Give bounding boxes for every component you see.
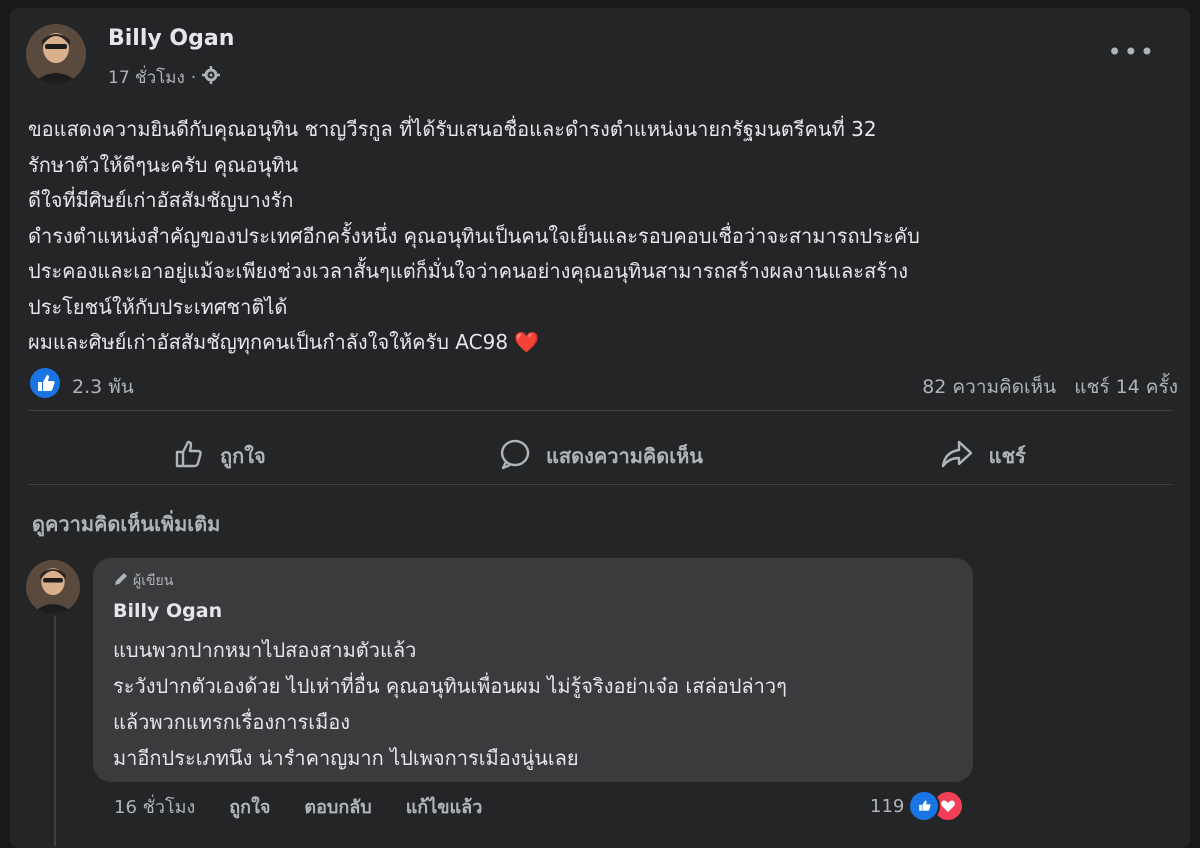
share-button[interactable]: แชร์ bbox=[791, 428, 1173, 484]
comment-text: แบนพวกปากหมาไปสองสามตัวแล้ว ระวังปากตัวเ… bbox=[113, 632, 787, 776]
pencil-icon bbox=[113, 571, 129, 591]
comment-edited-label[interactable]: แก้ไขแล้ว bbox=[406, 792, 483, 821]
thumb-up-icon bbox=[172, 437, 206, 476]
view-more-comments-link[interactable]: ดูความคิดเห็นเพิ่มเติม bbox=[32, 508, 220, 540]
author-avatar[interactable] bbox=[26, 24, 86, 84]
author-badge-label: ผู้เขียน bbox=[133, 573, 174, 589]
comment-line: ระวังปากตัวเองด้วย ไปเห่าที่อื่น คุณอนุท… bbox=[113, 674, 787, 698]
share-label: แชร์ bbox=[988, 444, 1026, 468]
post-line: ขอแสดงความยินดีกับคุณอนุทิน ชาญวีรกูล ที… bbox=[28, 117, 877, 141]
post-author-name[interactable]: Billy Ogan bbox=[108, 26, 234, 51]
like-button[interactable]: ถูกใจ bbox=[28, 428, 410, 484]
post-stats: 2.3 พัน 82 ความคิดเห็น แชร์ 14 ครั้ง bbox=[28, 366, 1178, 402]
comment-button[interactable]: แสดงความคิดเห็น bbox=[410, 428, 792, 484]
like-label: ถูกใจ bbox=[219, 444, 266, 468]
comment-icon bbox=[498, 437, 532, 476]
divider bbox=[28, 484, 1173, 485]
post-card: Billy Ogan 17 ชั่วโมง · ••• ขอแสดงความยิ… bbox=[10, 8, 1190, 848]
post-line: รักษาตัวให้ดีๆนะครับ คุณอนุทิน bbox=[28, 152, 299, 177]
post-text: ขอแสดงความยินดีกับคุณอนุทิน ชาญวีรกูล ที… bbox=[28, 112, 1168, 361]
post-line: ประคองและเอาอยู่แม้จะเพียงช่วงเวลาสั้นๆแ… bbox=[28, 259, 908, 283]
more-icon[interactable]: ••• bbox=[1108, 38, 1156, 66]
like-reaction-icon bbox=[908, 790, 941, 822]
post-time[interactable]: 17 ชั่วโมง bbox=[108, 64, 185, 91]
comment-line: แล้วพวกแทรกเรื่องการเมือง bbox=[113, 710, 351, 734]
like-reaction-icon[interactable] bbox=[30, 368, 60, 398]
comment-author-avatar[interactable] bbox=[26, 560, 80, 614]
post-line: ประโยชน์ให้กับประเทศชาติได้ bbox=[28, 294, 288, 319]
comment-reply-button[interactable]: ตอบกลับ bbox=[304, 792, 371, 821]
reaction-count[interactable]: 2.3 พัน bbox=[72, 372, 134, 402]
thread-line bbox=[54, 616, 56, 846]
heart-emoji: ❤️ bbox=[514, 330, 540, 354]
post-line: ผมและศิษย์เก่าอัสสัมชัญทุกคนเป็นกำลังใจใ… bbox=[28, 330, 509, 354]
comment-label: แสดงความคิดเห็น bbox=[546, 444, 703, 468]
post-line: ดีใจที่มีศิษย์เก่าอัสสัมชัญบางรัก bbox=[28, 188, 294, 212]
author-badge: ผู้เขียน bbox=[113, 570, 173, 592]
comment-line: มาอีกประเภทนึง น่ารำคาญมาก ไปเพจการเมือง… bbox=[113, 746, 579, 770]
divider bbox=[28, 410, 1173, 411]
post-actions: ถูกใจ แสดงความคิดเห็น แชร์ bbox=[28, 428, 1173, 484]
comment-line: แบนพวกปากหมาไปสองสามตัวแล้ว bbox=[113, 638, 417, 662]
post-line: ดำรงตำแหน่งสำคัญของประเทศอีกครั้งหนึ่ง ค… bbox=[28, 223, 920, 248]
comment-reaction-count: 119 bbox=[870, 795, 905, 817]
comment-actions: 16 ชั่วโมง ถูกใจ ตอบกลับ แก้ไขแล้ว bbox=[114, 792, 482, 821]
share-icon bbox=[939, 437, 975, 476]
comment-time[interactable]: 16 ชั่วโมง bbox=[114, 792, 195, 821]
comment-bubble: ผู้เขียน Billy Ogan แบนพวกปากหมาไปสองสาม… bbox=[93, 558, 973, 782]
share-count[interactable]: แชร์ 14 ครั้ง bbox=[1074, 376, 1178, 398]
comment-count[interactable]: 82 ความคิดเห็น bbox=[922, 376, 1056, 398]
comment-author-name[interactable]: Billy Ogan bbox=[113, 600, 222, 622]
globe-settings-icon bbox=[202, 66, 221, 89]
stats-right: 82 ความคิดเห็น แชร์ 14 ครั้ง bbox=[922, 372, 1178, 402]
post-line-last: ผมและศิษย์เก่าอัสสัมชัญทุกคนเป็นกำลังใจใ… bbox=[28, 325, 1168, 361]
comment-like-button[interactable]: ถูกใจ bbox=[229, 792, 270, 821]
comment-reactions[interactable]: 119 bbox=[870, 790, 965, 822]
meta-separator: · bbox=[190, 67, 197, 88]
post-meta: 17 ชั่วโมง · bbox=[108, 64, 221, 91]
